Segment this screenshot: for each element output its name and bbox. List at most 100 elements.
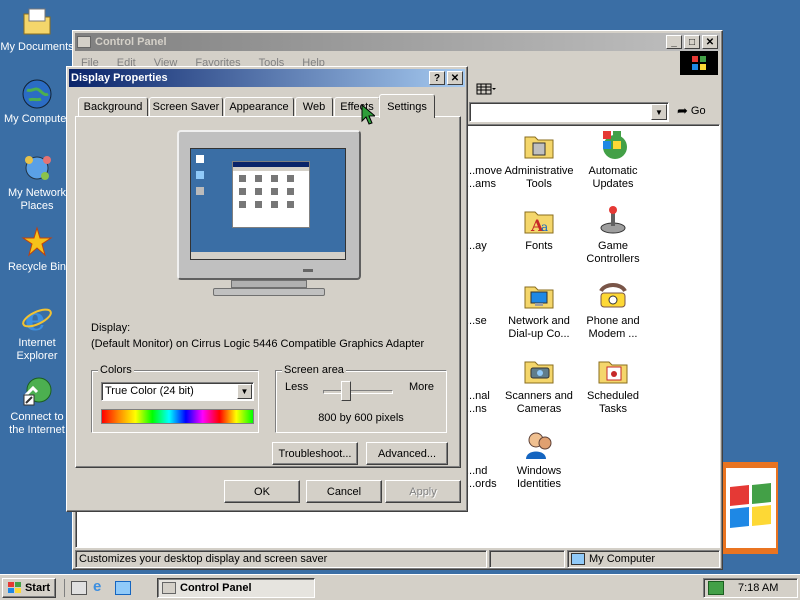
tab-web[interactable]: Web <box>295 97 333 117</box>
cp-item-administrative-tools[interactable]: Administrative Tools <box>499 129 579 191</box>
desktop-icon-network-places[interactable]: My Network Places <box>0 152 74 213</box>
cp-item-fonts[interactable]: Aa Fonts <box>499 204 579 253</box>
colors-select[interactable]: True Color (24 bit) ▼ <box>101 382 254 401</box>
cp-item-scanners-cameras[interactable]: Scanners and Cameras <box>499 354 579 416</box>
monitor-power-light <box>303 269 313 272</box>
cp-item-label: Automatic <box>588 165 638 177</box>
windows-logo <box>722 462 778 554</box>
cp-item-label: Modem ... <box>588 328 638 340</box>
control-panel-title: Control Panel <box>95 36 167 48</box>
apply-button[interactable]: Apply <box>385 480 461 503</box>
cp-item-label: Dial-up Co... <box>508 328 570 340</box>
settings-panel: Display: (Default Monitor) on Cirrus Log… <box>75 116 461 468</box>
network-icon <box>21 152 53 184</box>
resolution-value: 800 by 600 pixels <box>318 412 404 424</box>
automatic-updates-icon <box>597 129 629 161</box>
address-bar[interactable]: ▼ <box>469 102 669 122</box>
cp-item-label: Game <box>598 240 628 252</box>
network-dialup-icon <box>523 279 555 311</box>
ok-button[interactable]: OK <box>224 480 300 503</box>
windows-flag-throbber <box>680 51 718 75</box>
windows-identities-icon <box>523 429 555 461</box>
ie-quicklaunch-icon[interactable]: e <box>93 579 109 596</box>
control-panel-task-icon <box>162 582 176 594</box>
go-button[interactable]: ➦ Go <box>677 103 706 119</box>
preview-window <box>232 161 310 228</box>
scanners-cameras-icon <box>523 354 555 386</box>
cp-item-label: Cameras <box>516 403 562 415</box>
administrative-tools-icon <box>523 129 555 161</box>
tab-settings[interactable]: Settings <box>379 94 435 118</box>
desktop-icon-connect-internet[interactable]: Connect to the Internet <box>0 376 74 437</box>
desktop-icon-label: the Internet <box>9 424 65 436</box>
go-label: Go <box>690 105 706 117</box>
views-button[interactable] <box>473 79 499 99</box>
cp-item-label: Controllers <box>586 253 640 265</box>
desktop-icon-recycle-bin[interactable]: Recycle Bin <box>0 226 74 274</box>
advanced-button[interactable]: Advanced... <box>366 442 448 465</box>
monitor-stand <box>213 288 325 296</box>
status-text: Customizes your desktop display and scre… <box>75 550 487 568</box>
internet-explorer-icon: e <box>21 300 53 338</box>
screen-area-group-label: Screen area <box>282 364 346 376</box>
outlook-quicklaunch-icon[interactable] <box>115 581 131 595</box>
start-button[interactable]: Start <box>2 578 56 598</box>
cp-item-windows-identities[interactable]: Windows Identities <box>499 429 579 491</box>
cp-item-phone-modem[interactable]: Phone and Modem ... <box>573 279 653 341</box>
desktop-icon-label: My Network <box>7 187 67 199</box>
colors-select-value: True Color (24 bit) <box>105 385 194 397</box>
cp-item-label: Phone and <box>586 315 640 327</box>
monitor-preview <box>177 130 361 280</box>
phone-modem-icon <box>597 279 629 311</box>
tab-background[interactable]: Background <box>78 97 148 117</box>
cp-item-label: Fonts <box>525 240 553 252</box>
help-button[interactable]: ? <box>429 71 445 85</box>
cp-item-label: Scanners and <box>505 390 573 402</box>
cp-item-network-dialup[interactable]: Network and Dial-up Co... <box>499 279 579 341</box>
color-spectrum-bar <box>101 409 254 424</box>
clock[interactable]: 7:18 AM <box>738 582 778 594</box>
globe-computer-icon <box>21 78 53 110</box>
status-text-label: Customizes your desktop display and scre… <box>79 553 328 565</box>
display-label: Display: <box>91 322 131 334</box>
network-tray-icon[interactable] <box>708 581 724 595</box>
preview-taskbar <box>191 252 345 259</box>
start-label: Start <box>24 582 51 594</box>
cancel-button[interactable]: Cancel <box>306 480 382 503</box>
control-panel-titlebar[interactable]: Control Panel _ □ ✕ <box>75 33 720 51</box>
troubleshoot-button[interactable]: Troubleshoot... <box>272 442 358 465</box>
maximize-button[interactable]: □ <box>684 35 700 49</box>
close-button[interactable]: ✕ <box>702 35 718 49</box>
svg-text:e: e <box>25 302 45 334</box>
dialog-close-button[interactable]: ✕ <box>447 71 463 85</box>
desktop-icon-my-computer[interactable]: My Computer <box>0 78 74 126</box>
monitor-screen <box>190 148 346 260</box>
cp-item-game-controllers[interactable]: Game Controllers <box>573 204 653 266</box>
monitor-neck <box>231 280 307 288</box>
desktop-icon-internet-explorer[interactable]: e Internet Explorer <box>0 300 74 363</box>
show-desktop-icon[interactable] <box>71 581 87 595</box>
scheduled-tasks-icon <box>597 354 629 386</box>
windows-flag-icon <box>7 582 22 594</box>
colors-dropdown-button[interactable]: ▼ <box>237 384 252 399</box>
dialog-title: Display Properties <box>71 72 168 84</box>
slider-thumb[interactable] <box>341 381 351 401</box>
taskbar-control-panel[interactable]: Control Panel <box>157 578 315 598</box>
minimize-button[interactable]: _ <box>666 35 682 49</box>
colors-group: Colors True Color (24 bit) ▼ <box>91 364 259 433</box>
fonts-icon: Aa <box>523 204 555 236</box>
tab-appearance[interactable]: Appearance <box>224 97 294 117</box>
cp-item-label: Tasks <box>598 403 628 415</box>
dialog-titlebar[interactable]: Display Properties ? ✕ <box>69 69 465 87</box>
resolution-slider[interactable] <box>323 381 393 403</box>
cp-item-automatic-updates[interactable]: Automatic Updates <box>573 129 653 191</box>
desktop-icon-my-documents[interactable]: My Documents <box>0 6 74 54</box>
desktop-icon-label: Places <box>20 200 54 212</box>
desktop-icon-label: My Documents <box>0 41 74 53</box>
taskbar: Start e Control Panel 7:18 AM <box>0 574 800 600</box>
cp-item-scheduled-tasks[interactable]: Scheduled Tasks <box>573 354 653 416</box>
display-value: (Default Monitor) on Cirrus Logic 5446 C… <box>91 338 425 350</box>
tab-screen-saver[interactable]: Screen Saver <box>149 97 223 117</box>
address-dropdown-button[interactable]: ▼ <box>651 104 667 120</box>
recycle-bin-icon <box>21 226 53 258</box>
